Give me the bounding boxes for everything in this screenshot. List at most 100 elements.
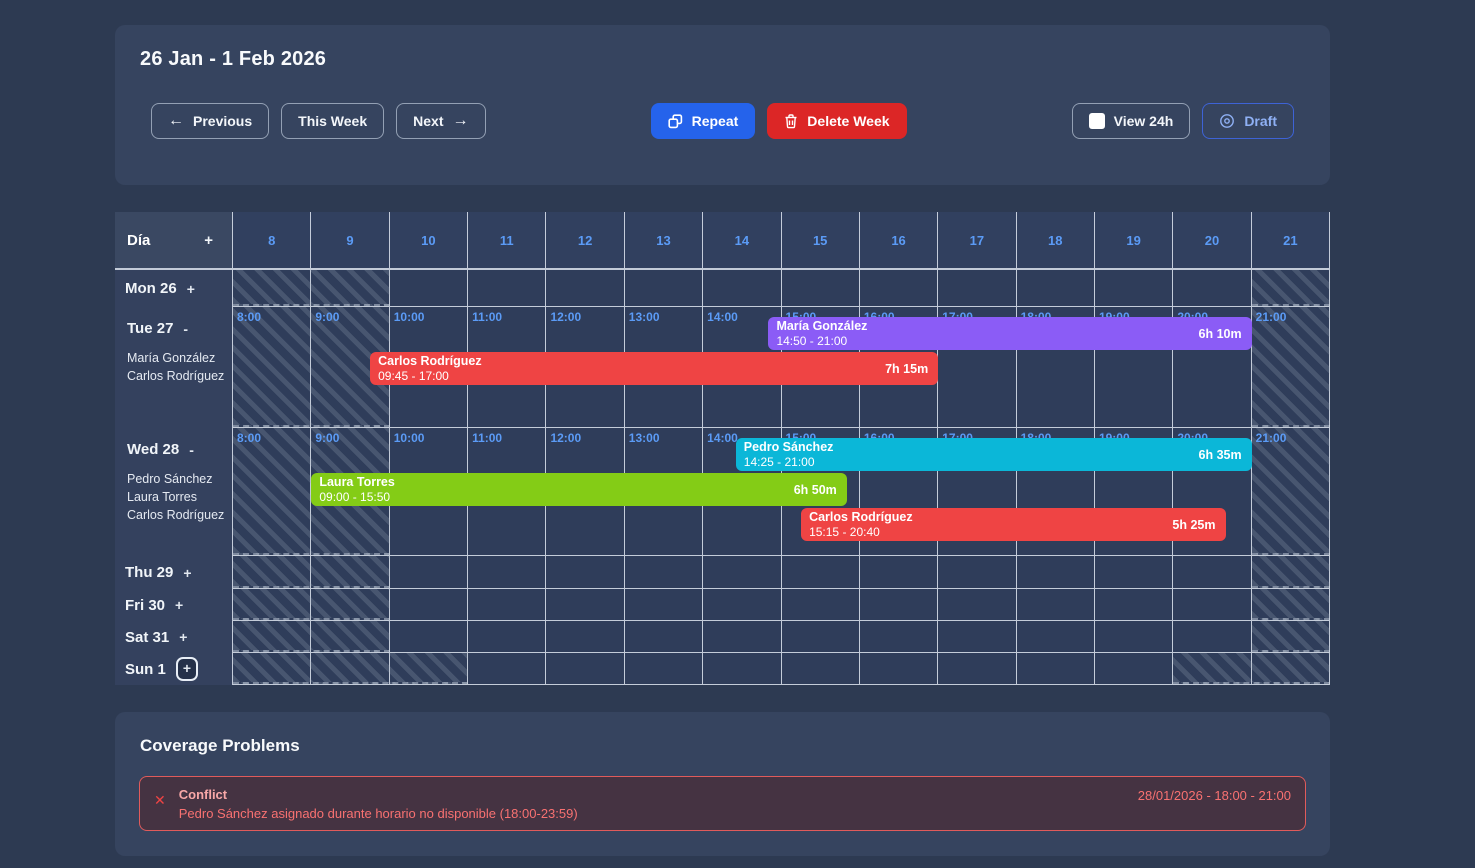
shift-bar[interactable]: Pedro Sánchez14:25 - 21:006h 35m [736, 438, 1252, 471]
day-toggle-button[interactable]: + [183, 566, 191, 580]
hour-cell[interactable] [1017, 653, 1095, 684]
day-label-line: Sat 31+ [125, 629, 187, 646]
hour-cell[interactable] [1173, 270, 1251, 306]
hour-header-cell: 18 [1017, 212, 1095, 268]
shift-info: Carlos Rodríguez15:15 - 20:40 [809, 510, 913, 540]
hour-cell[interactable] [782, 621, 860, 652]
hour-cell[interactable] [938, 556, 1016, 588]
hour-cell[interactable] [546, 556, 624, 588]
repeat-button[interactable]: Repeat [651, 103, 756, 139]
day-label: Mon 26 [125, 280, 177, 297]
hour-cell[interactable] [625, 556, 703, 588]
hour-cell[interactable] [468, 270, 546, 306]
hour-label: 12:00 [550, 431, 581, 445]
page-title: 26 Jan - 1 Feb 2026 [140, 48, 1294, 71]
shift-bar[interactable]: Laura Torres09:00 - 15:506h 50m [311, 473, 846, 506]
hour-cell[interactable] [860, 270, 938, 306]
hour-cell[interactable] [625, 621, 703, 652]
hour-cell[interactable] [1173, 589, 1251, 620]
hour-cell[interactable] [1173, 556, 1251, 588]
previous-button[interactable]: ← Previous [151, 103, 269, 139]
hour-cell[interactable] [703, 621, 781, 652]
hour-cell[interactable] [860, 621, 938, 652]
checkbox-icon [1089, 113, 1105, 129]
hour-label: 21:00 [1256, 431, 1287, 445]
hour-cell[interactable] [1095, 621, 1173, 652]
hour-cell[interactable] [860, 589, 938, 620]
hour-cell[interactable] [625, 653, 703, 684]
day-label-line: Mon 26 + [125, 280, 195, 297]
view-24h-button[interactable]: View 24h [1072, 103, 1191, 139]
hour-cell[interactable] [390, 589, 468, 620]
day-label-cell: Tue 27-María GonzálezCarlos Rodríguez [115, 307, 233, 428]
staff-list: Pedro SánchezLaura TorresCarlos Rodrígue… [127, 471, 232, 523]
hour-cell[interactable] [1017, 270, 1095, 306]
hour-cell[interactable] [1017, 556, 1095, 588]
hour-cell[interactable] [390, 270, 468, 306]
day-toggle-button[interactable]: - [189, 443, 194, 457]
day-timeline: 8:009:0010:0011:0012:0013:0014:0015:0016… [233, 428, 1330, 556]
hour-cell[interactable] [625, 270, 703, 306]
view-24h-label: View 24h [1114, 113, 1174, 129]
day-label: Thu 29 [125, 564, 173, 581]
hour-cell[interactable] [546, 653, 624, 684]
day-toggle-button[interactable]: - [183, 322, 188, 336]
hour-cell[interactable] [703, 653, 781, 684]
hour-cell[interactable] [782, 653, 860, 684]
hour-cell[interactable] [860, 556, 938, 588]
shift-bar[interactable]: María González14:50 - 21:006h 10m [768, 317, 1251, 350]
hour-cell[interactable] [938, 621, 1016, 652]
shift-bar[interactable]: Carlos Rodríguez09:45 - 17:007h 15m [370, 352, 938, 385]
hour-cell[interactable] [703, 589, 781, 620]
shift-duration: 6h 35m [1191, 448, 1242, 462]
hour-cell[interactable] [860, 653, 938, 684]
hour-cell[interactable] [703, 556, 781, 588]
day-toggle-button[interactable]: + [187, 282, 195, 296]
hour-cell[interactable] [546, 621, 624, 652]
hour-cell[interactable] [1095, 556, 1173, 588]
hour-cell[interactable] [390, 621, 468, 652]
this-week-label: This Week [298, 113, 367, 129]
next-button[interactable]: Next → [396, 103, 485, 139]
day-toggle-button[interactable]: + [175, 598, 183, 612]
hour-cell[interactable] [468, 589, 546, 620]
unavailable-hatch [1252, 270, 1330, 306]
delete-week-button[interactable]: Delete Week [767, 103, 906, 139]
day-toggle-button[interactable]: + [179, 630, 187, 644]
day-toggle-button[interactable]: + [176, 657, 198, 681]
hour-cell[interactable] [546, 589, 624, 620]
hour-cell[interactable] [1095, 589, 1173, 620]
hour-label: 11:00 [472, 431, 502, 445]
hour-cell[interactable] [390, 556, 468, 588]
shift-time-range: 09:45 - 17:00 [378, 369, 482, 384]
hour-cell[interactable] [1095, 270, 1173, 306]
day-label-cell: Sun 1+ [115, 653, 233, 685]
hour-cell[interactable] [468, 653, 546, 684]
add-day-button[interactable]: + [204, 232, 213, 249]
hour-cell[interactable] [703, 270, 781, 306]
hour-cell[interactable] [938, 653, 1016, 684]
hour-cell[interactable] [782, 589, 860, 620]
hour-cell[interactable] [938, 589, 1016, 620]
hour-cell[interactable] [782, 556, 860, 588]
shift-bar[interactable]: Carlos Rodríguez15:15 - 20:40 5h 25m [801, 508, 1225, 541]
hour-cell[interactable] [1173, 621, 1251, 652]
hour-cell[interactable] [546, 270, 624, 306]
day-label-line: Sun 1+ [125, 657, 198, 681]
coverage-title: Coverage Problems [140, 736, 1306, 756]
hour-cell[interactable] [1017, 589, 1095, 620]
hour-header-cell: 20 [1173, 212, 1251, 268]
hour-cell[interactable] [782, 270, 860, 306]
hour-header-cell: 8 [233, 212, 311, 268]
hour-cell[interactable] [1095, 653, 1173, 684]
hour-header-cell: 14 [703, 212, 781, 268]
draft-button[interactable]: Draft [1202, 103, 1294, 139]
this-week-button[interactable]: This Week [281, 103, 384, 139]
hour-cell[interactable] [468, 621, 546, 652]
hour-cell[interactable] [1017, 621, 1095, 652]
hour-cell[interactable] [625, 589, 703, 620]
day-timeline [233, 589, 1330, 621]
hour-cell[interactable] [468, 556, 546, 588]
hour-cell[interactable] [938, 270, 1016, 306]
shift-duration: 5h 25m [1164, 518, 1215, 532]
